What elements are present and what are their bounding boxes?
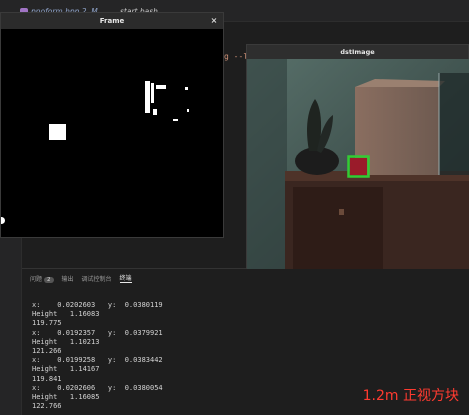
terminal-line: Height 1.10213 [32,337,100,346]
mask-blob [187,109,189,112]
tab-output[interactable]: 输出 [62,274,74,283]
terminal-line: 122.766 [32,402,62,411]
bottom-panel: 问题 2 输出 调试控制台 终端 x: 0.0202603 y: 0.038011… [22,268,469,415]
terminal-line: Height 1.16085 [32,393,100,402]
terminal-line: x: 0.0192357 y: 0.0379921 [32,328,163,337]
mask-blob [145,81,150,113]
mask-blob [173,119,178,121]
terminal-line: 121.266 [32,347,62,356]
window-title: Frame [99,17,125,25]
frame-window[interactable]: Frame × [0,12,224,238]
terminal-line: x: 0.0202606 y: 0.0380054 [32,383,163,392]
terminal-line: 119.841 [32,374,62,383]
activity-gutter [0,238,22,415]
mask-blob [153,109,157,115]
mask-blob [1,217,5,224]
tab-problems[interactable]: 问题 2 [30,274,54,283]
binary-mask-view [1,29,223,237]
camera-view [247,59,469,269]
mask-blob [185,87,188,90]
panel-tabs: 问题 2 输出 调试控制台 终端 [30,273,132,283]
mask-blob [151,83,154,103]
terminal-line: 119.775 [32,319,62,328]
mask-blob [49,124,66,140]
mask-blob [156,85,166,89]
close-icon[interactable]: × [209,16,219,26]
terminal-line: x: 0.0202603 y: 0.0380119 [32,301,163,309]
terminal-output[interactable]: x: 0.0202603 y: 0.0380119 Height 1.16083 1… [32,301,163,411]
target-block [350,158,367,175]
tab-terminal[interactable]: 终端 [119,273,132,283]
video-caption: 1.2m 正视方块 [362,388,459,404]
camera-scene [247,59,469,269]
terminal-line: x: 0.0199258 y: 0.0383442 [32,356,163,365]
terminal-line: Height 1.16083 [32,310,100,319]
window-title[interactable]: dstImage [247,45,468,59]
problems-count-badge: 2 [44,276,54,283]
dstimage-window[interactable]: dstImage [246,44,469,269]
terminal-line: Height 1.14167 [32,365,100,374]
tab-debug-console[interactable]: 调试控制台 [82,274,112,283]
frame-title-bar[interactable]: Frame × [1,13,223,29]
